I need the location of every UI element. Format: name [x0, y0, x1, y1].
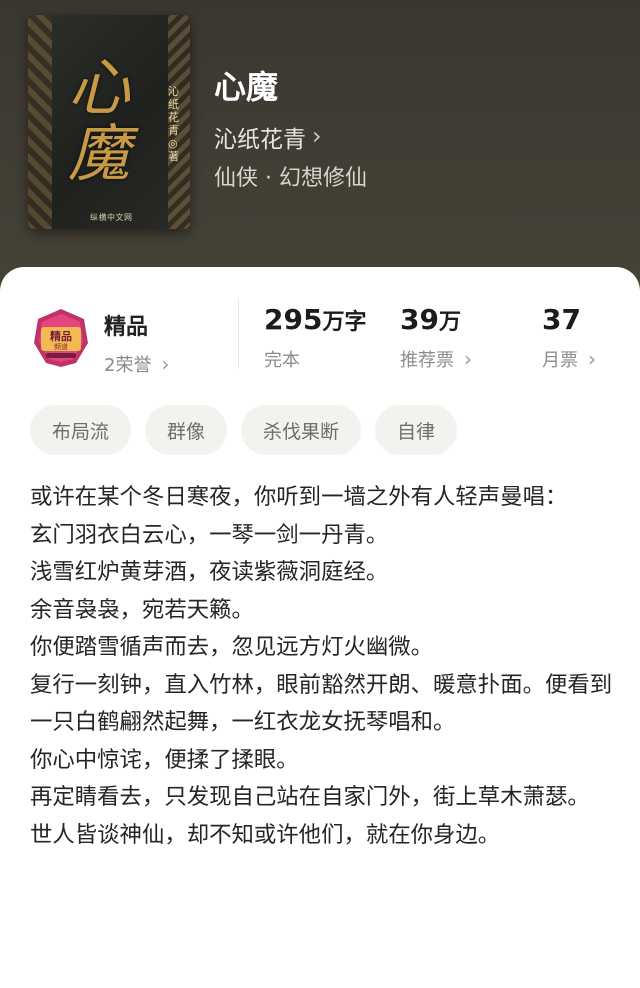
- recommend-votes-value: 39万: [400, 303, 472, 336]
- book-genre: 仙侠 · 幻想修仙: [214, 166, 367, 191]
- cover-publisher: 纵横中文网: [90, 213, 133, 222]
- cover-title: 心魔: [68, 51, 131, 190]
- chevron-right-icon: ›: [588, 347, 596, 371]
- honor-count-text: 2荣誉: [104, 355, 152, 376]
- chevron-right-icon: ›: [161, 352, 170, 376]
- monthly-votes-label-text: 月票: [542, 350, 578, 371]
- monthly-votes-number: 37: [542, 303, 581, 336]
- recommend-votes-label[interactable]: 推荐票 ›: [400, 346, 472, 372]
- word-count-unit: 万字: [322, 310, 367, 335]
- synopsis-paragraph: 你便踏雪循声而去，忽见远方灯火幽微。: [30, 634, 434, 660]
- monthly-votes-label[interactable]: 月票 ›: [542, 346, 596, 372]
- book-cover[interactable]: 心魔 沁纸花青◎著 纵横中文网: [28, 15, 190, 229]
- tag-chip[interactable]: 杀伐果断: [241, 405, 362, 455]
- stat-word-count: 295万字 完本: [264, 303, 366, 372]
- synopsis-paragraph: 或许在某个冬日寒夜，你听到一墙之外有人轻声曼唱：: [30, 484, 568, 510]
- cover-author: 沁纸花青◎著: [168, 85, 179, 163]
- honor-count[interactable]: 2荣誉 ›: [104, 351, 169, 377]
- word-count-number: 295: [264, 303, 323, 336]
- honor-label: 精品: [104, 315, 149, 340]
- synopsis-paragraph: 浅雪红炉黄芽酒，夜读紫薇洞庭经。: [30, 559, 389, 585]
- tag-chip[interactable]: 自律: [375, 405, 458, 455]
- cover-pattern-left: [28, 15, 52, 229]
- book-header: 心魔 沁纸花青◎著 纵横中文网 心魔 沁纸花青 › 仙侠 · 幻想修仙: [0, 0, 640, 300]
- synopsis-paragraph: 复行一刻钟，直入竹林，眼前豁然开朗、暖意扑面。便看到一只白鹤翩然起舞，一红衣龙女…: [30, 671, 613, 736]
- recommend-votes-unit: 万: [438, 310, 461, 335]
- book-synopsis: 或许在某个冬日寒夜，你听到一墙之外有人轻声曼唱： 玄门羽衣白云心，一琴一剑一丹青…: [30, 479, 616, 854]
- stats-divider: [238, 299, 239, 369]
- recommend-votes-label-text: 推荐票: [400, 350, 454, 371]
- chevron-right-icon: ›: [464, 347, 472, 371]
- synopsis-paragraph: 余音袅袅，宛若天籁。: [30, 596, 254, 623]
- svg-text:精品: 精品: [50, 329, 72, 343]
- book-title: 心魔: [214, 68, 279, 106]
- stat-recommend-votes[interactable]: 39万 推荐票 ›: [400, 303, 472, 372]
- recommend-votes-number: 39: [400, 303, 439, 336]
- completion-status-text: 完本: [264, 350, 300, 371]
- tag-chip[interactable]: 布局流: [30, 405, 132, 455]
- tag-chip[interactable]: 群像: [145, 405, 228, 455]
- completion-status: 完本: [264, 346, 366, 372]
- honor-badge-icon[interactable]: 精品 频道: [32, 307, 90, 369]
- monthly-votes-value: 37: [542, 303, 596, 336]
- chevron-right-icon: ›: [312, 122, 322, 150]
- synopsis-paragraph: 世人皆谈神仙，却不知或许他们，就在你身边。: [30, 821, 501, 848]
- synopsis-paragraph: 你心中惊诧，便揉了揉眼。: [30, 746, 299, 773]
- tag-list: 布局流 群像 杀伐果断 自律: [30, 405, 458, 455]
- book-info-card: 精品 频道 精品 2荣誉 › 295万字 完本 39万 推荐票 › 37 月票 …: [0, 267, 640, 988]
- word-count-value: 295万字: [264, 303, 366, 336]
- author-link[interactable]: 沁纸花青 ›: [214, 120, 322, 154]
- author-name: 沁纸花青: [214, 127, 306, 153]
- svg-text:频道: 频道: [54, 342, 68, 351]
- synopsis-paragraph: 玄门羽衣白云心，一琴一剑一丹青。: [30, 521, 389, 548]
- synopsis-paragraph: 再定睛看去，只发现自己站在自家门外，街上草木萧瑟。: [30, 784, 590, 810]
- honor-block[interactable]: 精品 2荣誉 ›: [104, 309, 169, 377]
- stat-monthly-votes[interactable]: 37 月票 ›: [542, 303, 596, 372]
